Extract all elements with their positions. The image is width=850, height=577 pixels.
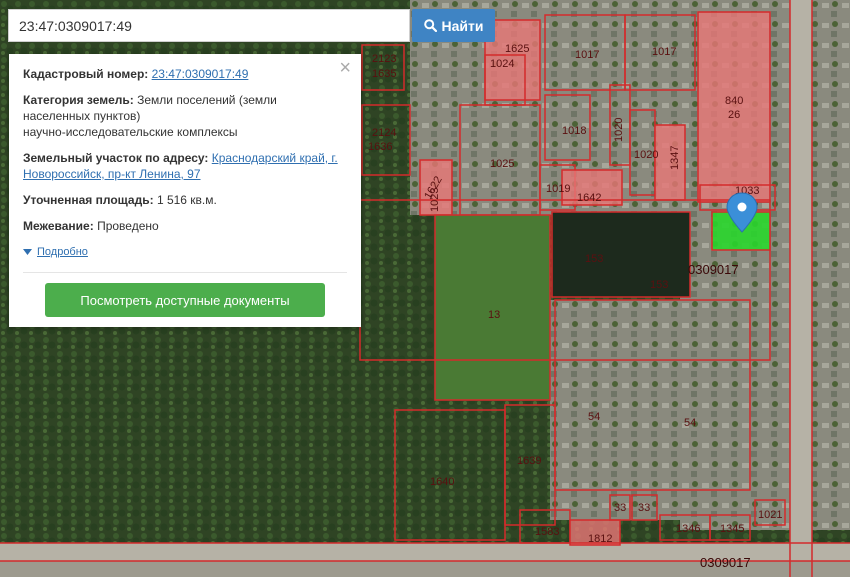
plot-label: 1018 xyxy=(562,125,586,137)
plot-label: 840 xyxy=(725,95,743,107)
plot-label: 1346 xyxy=(676,523,700,535)
address-label: Земельный участок по адресу: xyxy=(23,151,209,165)
plot-label: 2124 xyxy=(372,127,396,139)
category-value-2: научно-исследовательские комплексы xyxy=(23,125,238,139)
road-east xyxy=(790,0,812,577)
details-toggle[interactable]: Подробно xyxy=(23,244,347,260)
plot-label: 1639 xyxy=(517,455,541,467)
search-input[interactable] xyxy=(17,16,409,35)
plot-label: 54 xyxy=(684,417,696,429)
plot-label: 1812 xyxy=(588,533,612,545)
plot-label: 153 xyxy=(650,279,668,291)
plot-label: 33 xyxy=(638,502,650,514)
cadastral-link[interactable]: 23:47:0309017:49 xyxy=(152,67,249,81)
survey-row: Межевание: Проведено xyxy=(23,218,347,234)
search-bar xyxy=(8,9,410,42)
plot-label: 1347 xyxy=(669,146,681,170)
plot-153-stadium[interactable] xyxy=(551,211,691,298)
info-panel: × Кадастровый номер: 23:47:0309017:49 Ка… xyxy=(9,54,361,327)
area-row: Уточненная площадь: 1 516 кв.м. xyxy=(23,192,347,208)
plot-label: 1583 xyxy=(535,526,559,538)
plot-840[interactable] xyxy=(697,11,771,203)
plot-label: 1642 xyxy=(577,192,601,204)
cadastral-label: Кадастровый номер: xyxy=(23,67,149,81)
area-value: 1 516 кв.м. xyxy=(156,193,217,207)
plot-label: 1017 xyxy=(652,46,676,58)
urban-area-south xyxy=(550,300,770,520)
plot-label: 1024 xyxy=(490,58,514,70)
plot-label: 2123 xyxy=(372,53,396,65)
plot-label: 33 xyxy=(614,502,626,514)
view-documents-button[interactable]: Посмотреть доступные документы xyxy=(45,283,325,317)
plot-label: 1345 xyxy=(720,523,744,535)
plot-label: 1640 xyxy=(430,476,454,488)
survey-label: Межевание: xyxy=(23,219,94,233)
cadastral-row: Кадастровый номер: 23:47:0309017:49 xyxy=(23,66,347,82)
plot-label: 54 xyxy=(588,411,600,423)
search-icon xyxy=(423,19,437,32)
plot-label: 1021 xyxy=(758,509,782,521)
survey-value: Проведено xyxy=(97,219,159,233)
plot-label: 1020 xyxy=(613,118,625,142)
category-row: Категория земель: Земли поселений (земли… xyxy=(23,92,347,140)
plot-label: 13 xyxy=(488,309,500,321)
category-label: Категория земель: xyxy=(23,93,134,107)
quarter-label-bottom: 0309017 xyxy=(700,555,751,570)
details-label: Подробно xyxy=(37,246,88,258)
address-row: Земельный участок по адресу: Краснодарск… xyxy=(23,150,347,182)
search-button-label: Найти xyxy=(441,17,484,34)
plot-label: 1017 xyxy=(575,49,599,61)
plot-label: 1019 xyxy=(546,183,570,195)
search-button[interactable]: Найти xyxy=(412,9,495,42)
area-label: Уточненная площадь: xyxy=(23,193,154,207)
plot-label: 153 xyxy=(585,253,603,265)
plot-label: 1625 xyxy=(505,43,529,55)
plot-label: 1636 xyxy=(368,141,392,153)
divider xyxy=(23,272,347,273)
triangle-down-icon xyxy=(23,248,32,255)
close-icon[interactable]: × xyxy=(339,58,351,78)
plot-label: 1020 xyxy=(634,149,658,161)
plot-label: 26 xyxy=(728,109,740,121)
plot-label: 1635 xyxy=(372,68,396,80)
quarter-label: 0309017 xyxy=(688,262,739,277)
plot-label: 1025 xyxy=(490,158,514,170)
plot-13-football-field[interactable] xyxy=(434,214,551,401)
